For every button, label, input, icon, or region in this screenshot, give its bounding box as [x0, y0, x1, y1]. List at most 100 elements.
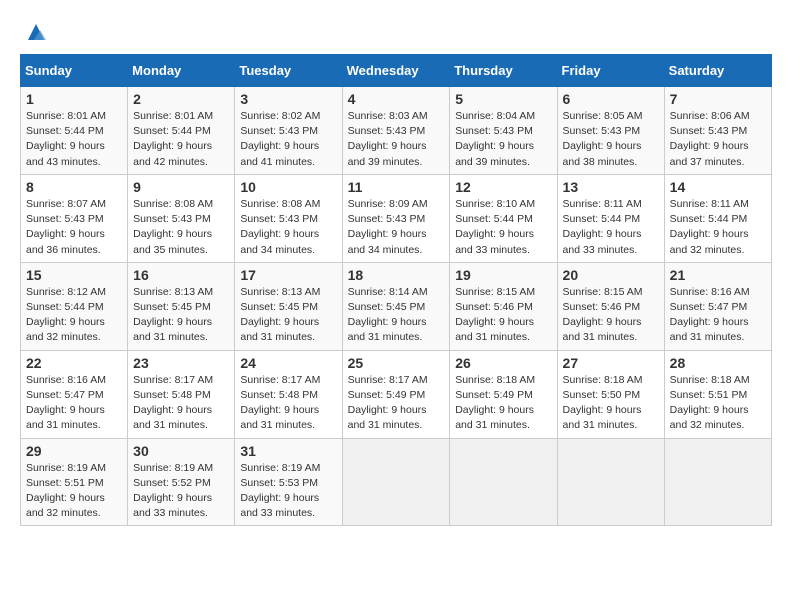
day-number: 3: [240, 91, 336, 107]
header-sunday: Sunday: [21, 55, 128, 87]
calendar-week-3: 15 Sunrise: 8:12 AMSunset: 5:44 PMDayligh…: [21, 262, 772, 350]
cell-content: Sunrise: 8:09 AMSunset: 5:43 PMDaylight:…: [348, 197, 445, 258]
cell-content: Sunrise: 8:15 AMSunset: 5:46 PMDaylight:…: [563, 285, 659, 346]
cell-content: Sunrise: 8:14 AMSunset: 5:45 PMDaylight:…: [348, 285, 445, 346]
day-number: 10: [240, 179, 336, 195]
calendar-cell: 6Sunrise: 8:05 AMSunset: 5:43 PMDaylight…: [557, 87, 664, 175]
logo: [20, 20, 48, 44]
cell-content: Sunrise: 8:02 AMSunset: 5:43 PMDaylight:…: [240, 109, 336, 170]
calendar-table: SundayMondayTuesdayWednesdayThursdayFrid…: [20, 54, 772, 526]
cell-content: Sunrise: 8:17 AMSunset: 5:48 PMDaylight:…: [133, 373, 229, 434]
calendar-week-4: 22 Sunrise: 8:16 AMSunset: 5:47 PMDayligh…: [21, 350, 772, 438]
calendar-cell: 23 Sunrise: 8:17 AMSunset: 5:48 PMDayligh…: [128, 350, 235, 438]
day-number: 24: [240, 355, 336, 371]
day-number: 17: [240, 267, 336, 283]
calendar-cell: 26Sunrise: 8:18 AMSunset: 5:49 PMDayligh…: [450, 350, 557, 438]
day-number: 12: [455, 179, 551, 195]
calendar-cell: 29 Sunrise: 8:19 AMSunset: 5:51 PMDayligh…: [21, 438, 128, 526]
calendar-cell: 2 Sunrise: 8:01 AMSunset: 5:44 PMDaylight…: [128, 87, 235, 175]
calendar-cell: 25 Sunrise: 8:17 AMSunset: 5:49 PMDayligh…: [342, 350, 450, 438]
cell-content: Sunrise: 8:16 AMSunset: 5:47 PMDaylight:…: [26, 373, 122, 434]
day-number: 11: [348, 179, 445, 195]
calendar-cell: 3 Sunrise: 8:02 AMSunset: 5:43 PMDaylight…: [235, 87, 342, 175]
day-number: 8: [26, 179, 122, 195]
cell-content: Sunrise: 8:01 AMSunset: 5:44 PMDaylight:…: [133, 109, 229, 170]
calendar-cell: 15 Sunrise: 8:12 AMSunset: 5:44 PMDayligh…: [21, 262, 128, 350]
day-number: 6: [563, 91, 659, 107]
cell-content: Sunrise: 8:03 AMSunset: 5:43 PMDaylight:…: [348, 109, 445, 170]
calendar-cell: [557, 438, 664, 526]
day-number: 29: [26, 443, 122, 459]
calendar-cell: 12 Sunrise: 8:10 AMSunset: 5:44 PMDayligh…: [450, 174, 557, 262]
cell-content: Sunrise: 8:07 AMSunset: 5:43 PMDaylight:…: [26, 197, 122, 258]
cell-content: Sunrise: 8:04 AMSunset: 5:43 PMDaylight:…: [455, 109, 551, 170]
cell-content: Sunrise: 8:10 AMSunset: 5:44 PMDaylight:…: [455, 197, 551, 258]
calendar-cell: 5 Sunrise: 8:04 AMSunset: 5:43 PMDaylight…: [450, 87, 557, 175]
cell-content: Sunrise: 8:18 AMSunset: 5:50 PMDaylight:…: [563, 373, 659, 434]
calendar-cell: 20 Sunrise: 8:15 AMSunset: 5:46 PMDayligh…: [557, 262, 664, 350]
day-number: 18: [348, 267, 445, 283]
calendar-cell: [450, 438, 557, 526]
calendar-cell: 27 Sunrise: 8:18 AMSunset: 5:50 PMDayligh…: [557, 350, 664, 438]
calendar-cell: 11 Sunrise: 8:09 AMSunset: 5:43 PMDayligh…: [342, 174, 450, 262]
calendar-cell: 16 Sunrise: 8:13 AMSunset: 5:45 PMDayligh…: [128, 262, 235, 350]
day-number: 20: [563, 267, 659, 283]
calendar-header-row: SundayMondayTuesdayWednesdayThursdayFrid…: [21, 55, 772, 87]
cell-content: Sunrise: 8:11 AMSunset: 5:44 PMDaylight:…: [563, 197, 659, 258]
day-number: 14: [670, 179, 766, 195]
header-wednesday: Wednesday: [342, 55, 450, 87]
day-number: 28: [670, 355, 766, 371]
cell-content: Sunrise: 8:08 AMSunset: 5:43 PMDaylight:…: [133, 197, 229, 258]
day-number: 30: [133, 443, 229, 459]
day-number: 15: [26, 267, 122, 283]
header-monday: Monday: [128, 55, 235, 87]
cell-content: Sunrise: 8:18 AMSunset: 5:51 PMDaylight:…: [670, 373, 766, 434]
day-number: 4: [348, 91, 445, 107]
header-tuesday: Tuesday: [235, 55, 342, 87]
day-number: 5: [455, 91, 551, 107]
day-number: 13: [563, 179, 659, 195]
calendar-week-1: 1 Sunrise: 8:01 AMSunset: 5:44 PMDaylight…: [21, 87, 772, 175]
day-number: 9: [133, 179, 229, 195]
cell-content: Sunrise: 8:08 AMSunset: 5:43 PMDaylight:…: [240, 197, 336, 258]
header-saturday: Saturday: [664, 55, 771, 87]
calendar-cell: 22 Sunrise: 8:16 AMSunset: 5:47 PMDayligh…: [21, 350, 128, 438]
day-number: 16: [133, 267, 229, 283]
day-number: 25: [348, 355, 445, 371]
cell-content: Sunrise: 8:19 AMSunset: 5:52 PMDaylight:…: [133, 461, 229, 522]
calendar-cell: [342, 438, 450, 526]
calendar-cell: 14Sunrise: 8:11 AMSunset: 5:44 PMDayligh…: [664, 174, 771, 262]
calendar-cell: [664, 438, 771, 526]
header-thursday: Thursday: [450, 55, 557, 87]
logo-icon: [24, 20, 48, 44]
cell-content: Sunrise: 8:19 AMSunset: 5:51 PMDaylight:…: [26, 461, 122, 522]
cell-content: Sunrise: 8:16 AMSunset: 5:47 PMDaylight:…: [670, 285, 766, 346]
cell-content: Sunrise: 8:19 AMSunset: 5:53 PMDaylight:…: [240, 461, 336, 522]
calendar-week-2: 8 Sunrise: 8:07 AMSunset: 5:43 PMDaylight…: [21, 174, 772, 262]
calendar-cell: 8 Sunrise: 8:07 AMSunset: 5:43 PMDaylight…: [21, 174, 128, 262]
calendar-cell: 31 Sunrise: 8:19 AMSunset: 5:53 PMDayligh…: [235, 438, 342, 526]
cell-content: Sunrise: 8:12 AMSunset: 5:44 PMDaylight:…: [26, 285, 122, 346]
cell-content: Sunrise: 8:17 AMSunset: 5:48 PMDaylight:…: [240, 373, 336, 434]
calendar-cell: 24 Sunrise: 8:17 AMSunset: 5:48 PMDayligh…: [235, 350, 342, 438]
calendar-cell: 18 Sunrise: 8:14 AMSunset: 5:45 PMDayligh…: [342, 262, 450, 350]
calendar-cell: 4 Sunrise: 8:03 AMSunset: 5:43 PMDaylight…: [342, 87, 450, 175]
day-number: 31: [240, 443, 336, 459]
cell-content: Sunrise: 8:06 AMSunset: 5:43 PMDaylight:…: [670, 109, 766, 170]
cell-content: Sunrise: 8:13 AMSunset: 5:45 PMDaylight:…: [133, 285, 229, 346]
cell-content: Sunrise: 8:18 AMSunset: 5:49 PMDaylight:…: [455, 373, 551, 434]
day-number: 22: [26, 355, 122, 371]
calendar-cell: 28 Sunrise: 8:18 AMSunset: 5:51 PMDayligh…: [664, 350, 771, 438]
cell-content: Sunrise: 8:17 AMSunset: 5:49 PMDaylight:…: [348, 373, 445, 434]
calendar-cell: 19Sunrise: 8:15 AMSunset: 5:46 PMDayligh…: [450, 262, 557, 350]
cell-content: Sunrise: 8:01 AMSunset: 5:44 PMDaylight:…: [26, 109, 122, 170]
calendar-cell: 9 Sunrise: 8:08 AMSunset: 5:43 PMDaylight…: [128, 174, 235, 262]
calendar-cell: 10 Sunrise: 8:08 AMSunset: 5:43 PMDayligh…: [235, 174, 342, 262]
day-number: 27: [563, 355, 659, 371]
cell-content: Sunrise: 8:15 AMSunset: 5:46 PMDaylight:…: [455, 285, 551, 346]
calendar-week-5: 29 Sunrise: 8:19 AMSunset: 5:51 PMDayligh…: [21, 438, 772, 526]
day-number: 1: [26, 91, 122, 107]
day-number: 2: [133, 91, 229, 107]
calendar-cell: 21Sunrise: 8:16 AMSunset: 5:47 PMDayligh…: [664, 262, 771, 350]
day-number: 23: [133, 355, 229, 371]
